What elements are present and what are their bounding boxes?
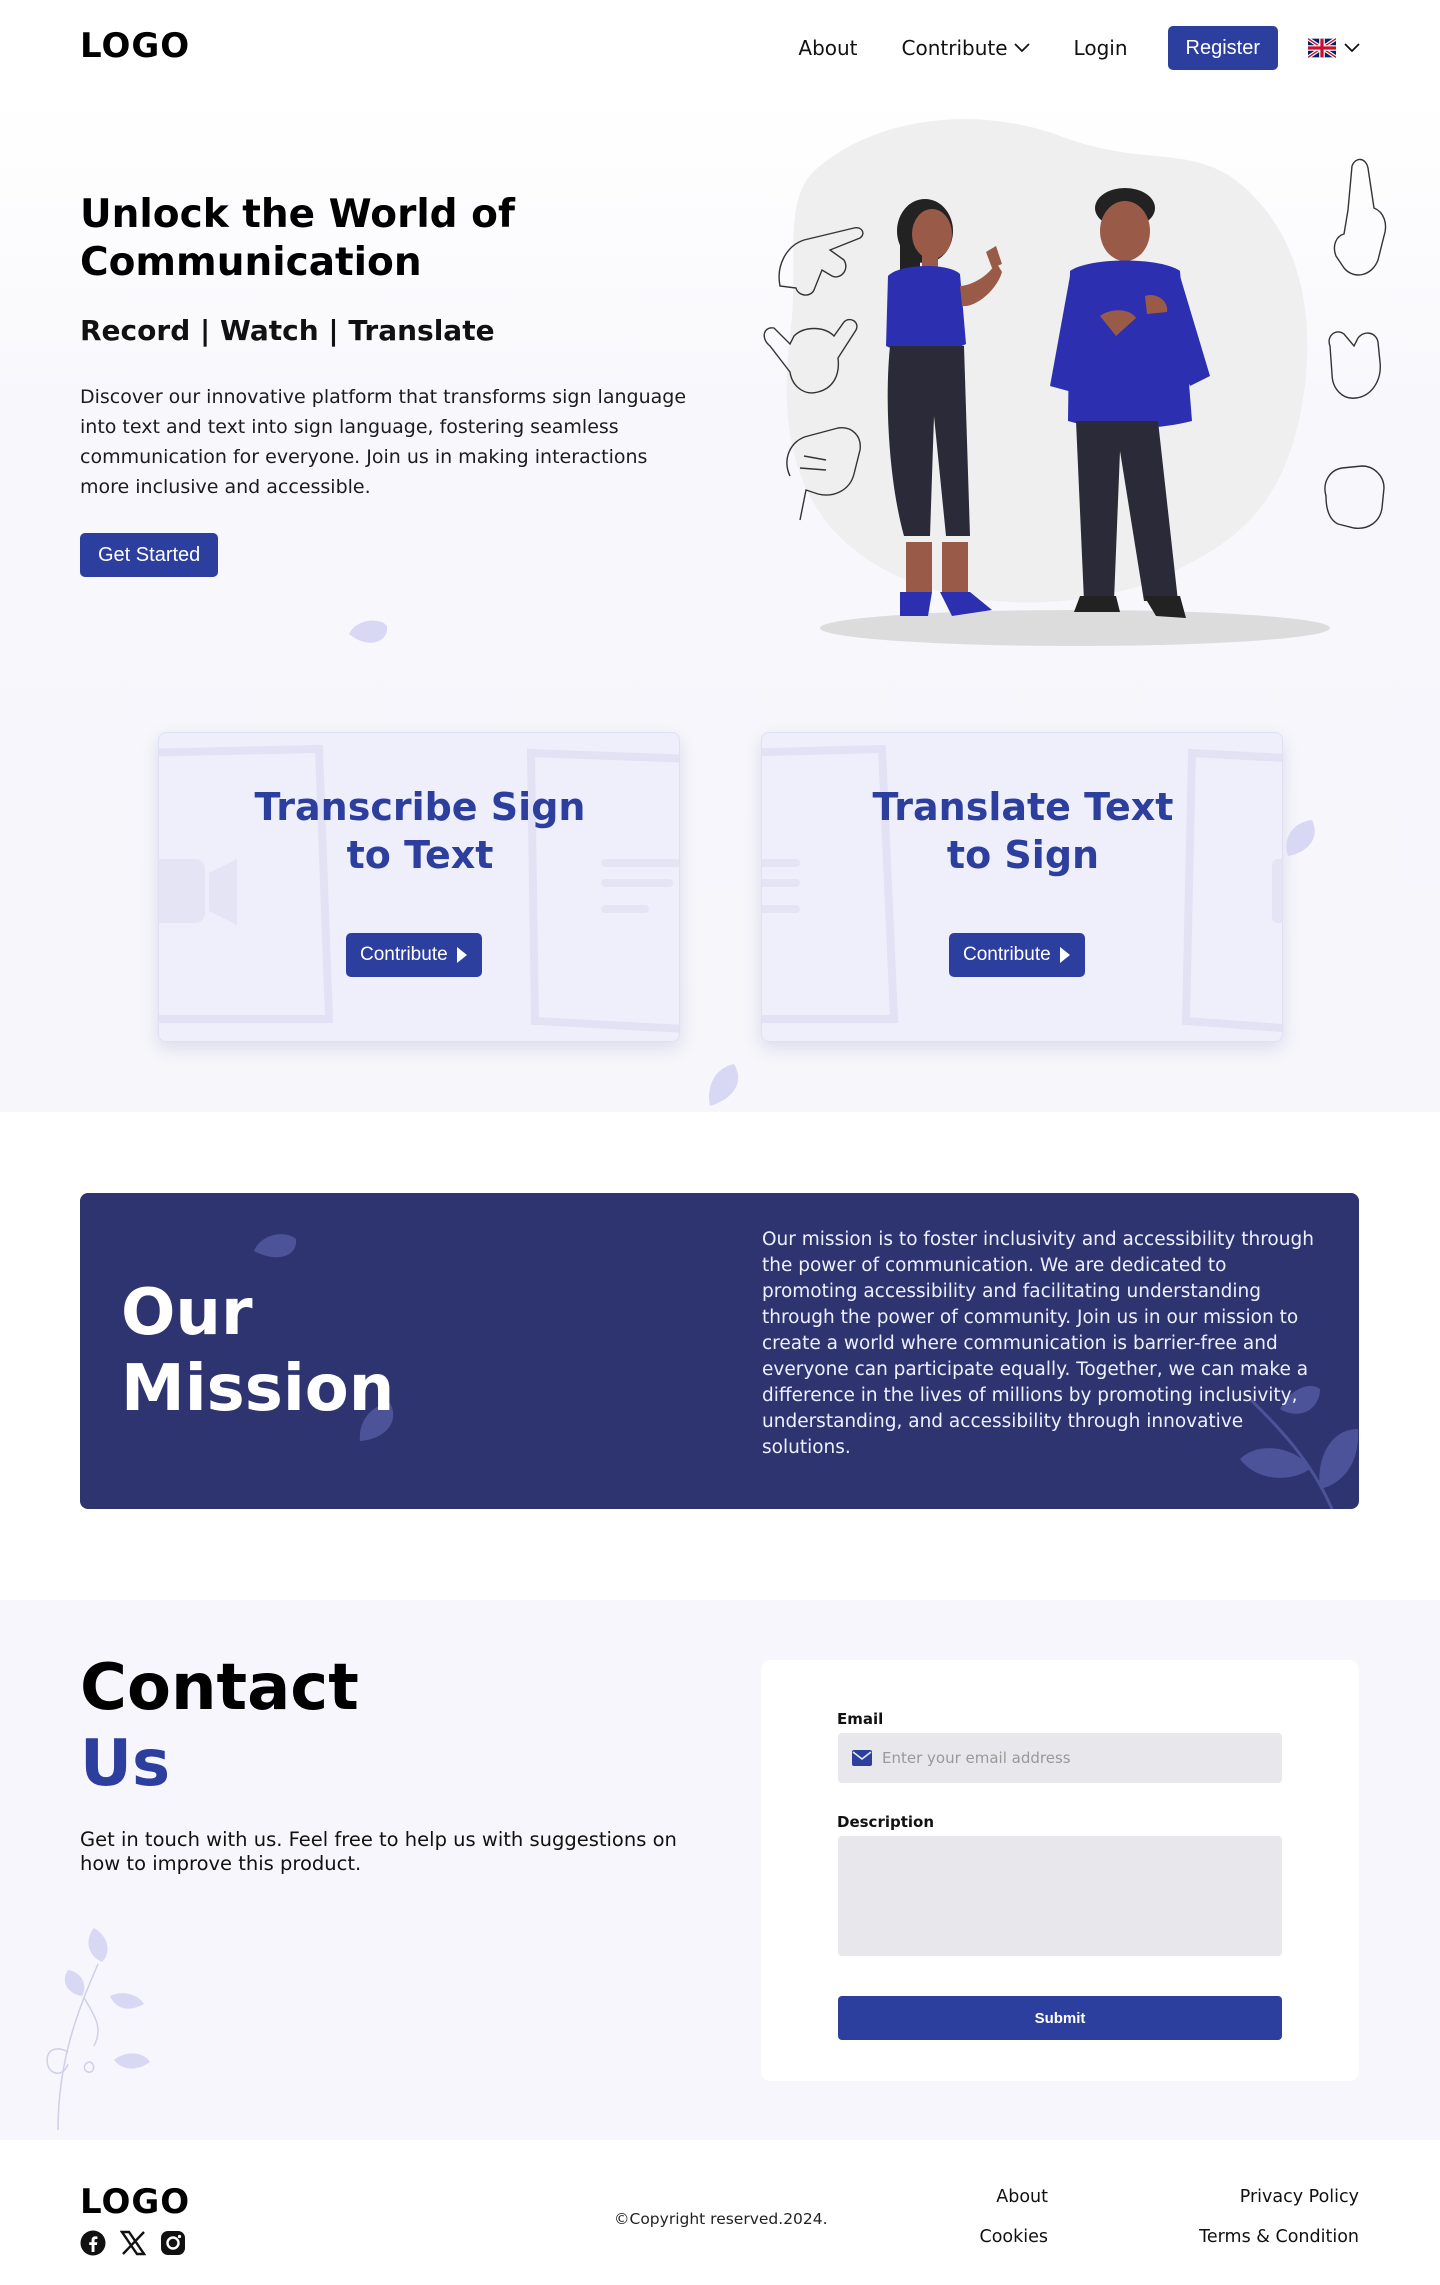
contact-section: Contact Us Get in touch with us. Feel fr… bbox=[0, 1600, 1440, 2140]
hero-section: Unlock the World of Communication Record… bbox=[0, 96, 1440, 1112]
nav-about[interactable]: About bbox=[798, 36, 857, 60]
mission-title-line: Mission bbox=[121, 1352, 395, 1426]
footer-privacy-link[interactable]: Privacy Policy bbox=[1199, 2186, 1359, 2208]
footer: LOGO ©Copyright reserved.2024. About Coo… bbox=[0, 2140, 1440, 2285]
mission-section: Our Mission Our mission is to foster inc… bbox=[80, 1193, 1359, 1509]
mission-title-line: Our bbox=[121, 1276, 253, 1350]
contact-form: Email Description Submit bbox=[761, 1660, 1359, 2081]
description-label: Description bbox=[837, 1813, 935, 1831]
card-title-line: Transcribe Sign bbox=[254, 785, 586, 829]
button-label: Contribute bbox=[963, 944, 1051, 965]
mission-text: Our mission is to foster inclusivity and… bbox=[762, 1229, 1314, 1458]
footer-about-link[interactable]: About bbox=[979, 2186, 1048, 2208]
footer-cookies-link[interactable]: Cookies bbox=[979, 2226, 1048, 2248]
card-title-line: to Text bbox=[346, 833, 494, 877]
button-label: Contribute bbox=[360, 944, 448, 965]
submit-button[interactable]: Submit bbox=[838, 1996, 1282, 2040]
card-title: Translate Text to Sign bbox=[762, 783, 1282, 879]
play-icon bbox=[456, 947, 467, 963]
instagram-icon[interactable] bbox=[160, 2230, 186, 2256]
card-title-line: to Sign bbox=[946, 833, 1100, 877]
email-label: Email bbox=[837, 1710, 884, 1728]
card-title: Transcribe Sign to Text bbox=[159, 783, 679, 879]
uk-flag-icon bbox=[1308, 38, 1336, 58]
hero-title-line: Communication bbox=[80, 240, 422, 285]
footer-links-col1: About Cookies bbox=[979, 2186, 1048, 2266]
page: { "header": { "logo": "LOGO", "nav": {"a… bbox=[0, 0, 1440, 2285]
get-started-button[interactable]: Get Started bbox=[80, 533, 219, 577]
leaf-decoration bbox=[349, 620, 388, 643]
nav-contribute-label: Contribute bbox=[901, 36, 1008, 60]
translate-card: Translate Text to Sign Contribute bbox=[761, 732, 1283, 1042]
social-links bbox=[80, 2230, 186, 2256]
footer-terms-link[interactable]: Terms & Condition bbox=[1199, 2226, 1359, 2248]
play-icon bbox=[1059, 947, 1070, 963]
leaf-decoration bbox=[709, 1064, 739, 1106]
email-input[interactable] bbox=[882, 1749, 1262, 1767]
card-title-line: Translate Text bbox=[872, 785, 1174, 829]
plant-decoration bbox=[46, 1928, 150, 2131]
contact-description: Get in touch with us. Feel free to help … bbox=[80, 1828, 677, 1875]
register-button[interactable]: Register bbox=[1167, 26, 1278, 70]
email-field-wrapper bbox=[838, 1733, 1282, 1783]
card-decoration bbox=[159, 744, 679, 1033]
facebook-icon[interactable] bbox=[80, 2230, 106, 2256]
mission-title: Our Mission bbox=[121, 1275, 394, 1427]
sign-language-illustration bbox=[763, 119, 1387, 646]
hero-description: Discover our innovative platform that tr… bbox=[80, 386, 687, 498]
main-nav: About Contribute Login Register bbox=[754, 26, 1360, 70]
mail-icon bbox=[852, 1750, 872, 1766]
hero-subtitle: Record | Watch | Translate bbox=[80, 314, 495, 347]
contact-title: Contact Us bbox=[80, 1650, 359, 1802]
contribute-transcribe-button[interactable]: Contribute bbox=[346, 933, 482, 977]
copyright: ©Copyright reserved.2024. bbox=[614, 2210, 828, 2228]
nav-contribute-dropdown[interactable]: Contribute bbox=[902, 36, 1030, 60]
chevron-down-icon bbox=[1013, 43, 1030, 53]
transcribe-card: Transcribe Sign to Text Contribute bbox=[158, 732, 680, 1042]
nav-login[interactable]: Login bbox=[1074, 36, 1128, 60]
x-icon[interactable] bbox=[120, 2230, 146, 2256]
leaf-decoration bbox=[254, 1234, 297, 1258]
card-decoration bbox=[762, 744, 1282, 1032]
language-selector[interactable] bbox=[1308, 38, 1360, 58]
leaf-decoration bbox=[1286, 820, 1315, 856]
header: LOGO About Contribute Login Register bbox=[0, 0, 1440, 96]
contact-title-line: Us bbox=[80, 1727, 171, 1801]
hero-title: Unlock the World of Communication bbox=[80, 191, 640, 287]
chevron-down-icon bbox=[1344, 43, 1360, 53]
footer-links-col2: Privacy Policy Terms & Condition bbox=[1199, 2186, 1359, 2266]
hero-title-line: Unlock the World of bbox=[80, 192, 515, 237]
contribute-translate-button[interactable]: Contribute bbox=[949, 933, 1085, 977]
contact-title-line: Contact bbox=[80, 1651, 359, 1725]
logo[interactable]: LOGO bbox=[80, 26, 190, 66]
description-textarea[interactable] bbox=[838, 1836, 1282, 1956]
footer-logo[interactable]: LOGO bbox=[80, 2182, 190, 2222]
